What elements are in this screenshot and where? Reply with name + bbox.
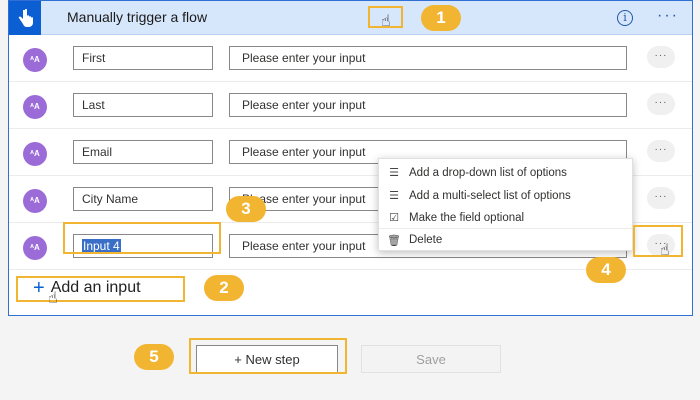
save-button[interactable]: Save: [361, 345, 501, 373]
callout-badge-5: 5: [134, 344, 174, 370]
text-type-icon: ᴬA: [23, 95, 47, 119]
callout-badge-1: 1: [421, 5, 461, 31]
hand-cursor-icon: ☝: [48, 290, 58, 307]
context-menu: ☰ Add a drop-down list of options ☰ Add …: [378, 158, 633, 251]
trash-icon: 🗑: [387, 234, 401, 247]
row-more-icon[interactable]: ···: [647, 93, 675, 115]
menu-item-multiselect-list[interactable]: ☰ Add a multi-select list of options: [379, 184, 632, 207]
highlight-new-step: [189, 338, 347, 374]
row-more-icon[interactable]: ···: [647, 46, 675, 68]
row-more-icon[interactable]: ···: [647, 140, 675, 162]
highlight-input-name: [63, 222, 221, 254]
text-type-icon: ᴬA: [23, 48, 47, 72]
checkbox-icon: ☑: [389, 212, 399, 224]
header-more-icon[interactable]: ···: [657, 7, 679, 25]
menu-item-label: Make the field optional: [409, 211, 525, 224]
hand-cursor-icon: ☝: [660, 242, 670, 259]
info-icon[interactable]: i: [617, 10, 633, 26]
list-icon: ☰: [389, 190, 399, 202]
menu-item-label: Add a multi-select list of options: [409, 189, 571, 202]
menu-item-dropdown-list[interactable]: ☰ Add a drop-down list of options: [379, 161, 632, 184]
menu-item-label: Delete: [409, 234, 443, 246]
input-name-field[interactable]: First: [73, 46, 213, 70]
list-icon: ☰: [389, 167, 399, 179]
text-type-icon: ᴬA: [23, 236, 47, 260]
input-row-first: ᴬA First Please enter your input ···: [9, 35, 692, 82]
text-type-icon: ᴬA: [23, 189, 47, 213]
input-name-field[interactable]: City Name: [73, 187, 213, 211]
input-row-last: ᴬA Last Please enter your input ···: [9, 82, 692, 129]
row-more-icon[interactable]: ···: [647, 187, 675, 209]
input-name-field[interactable]: Last: [73, 93, 213, 117]
text-type-icon: ᴬA: [23, 142, 47, 166]
manual-trigger-icon: [9, 1, 41, 35]
input-name-field[interactable]: Email: [73, 140, 213, 164]
hand-cursor-icon: ☝: [381, 13, 391, 30]
callout-badge-2: 2: [204, 275, 244, 301]
input-value-field[interactable]: Please enter your input: [229, 46, 627, 70]
menu-item-make-optional[interactable]: ☑ Make the field optional: [379, 206, 632, 229]
input-value-field[interactable]: Please enter your input: [229, 93, 627, 117]
trigger-title: Manually trigger a flow: [67, 9, 208, 25]
callout-badge-4: 4: [586, 257, 626, 283]
highlight-add-input: [16, 276, 185, 302]
menu-item-delete[interactable]: 🗑 Delete: [379, 228, 632, 251]
callout-badge-3: 3: [226, 196, 266, 222]
trigger-header[interactable]: Manually trigger a flow i ···: [9, 1, 692, 35]
menu-item-label: Add a drop-down list of options: [409, 166, 567, 179]
highlight-row-more: [633, 225, 683, 257]
